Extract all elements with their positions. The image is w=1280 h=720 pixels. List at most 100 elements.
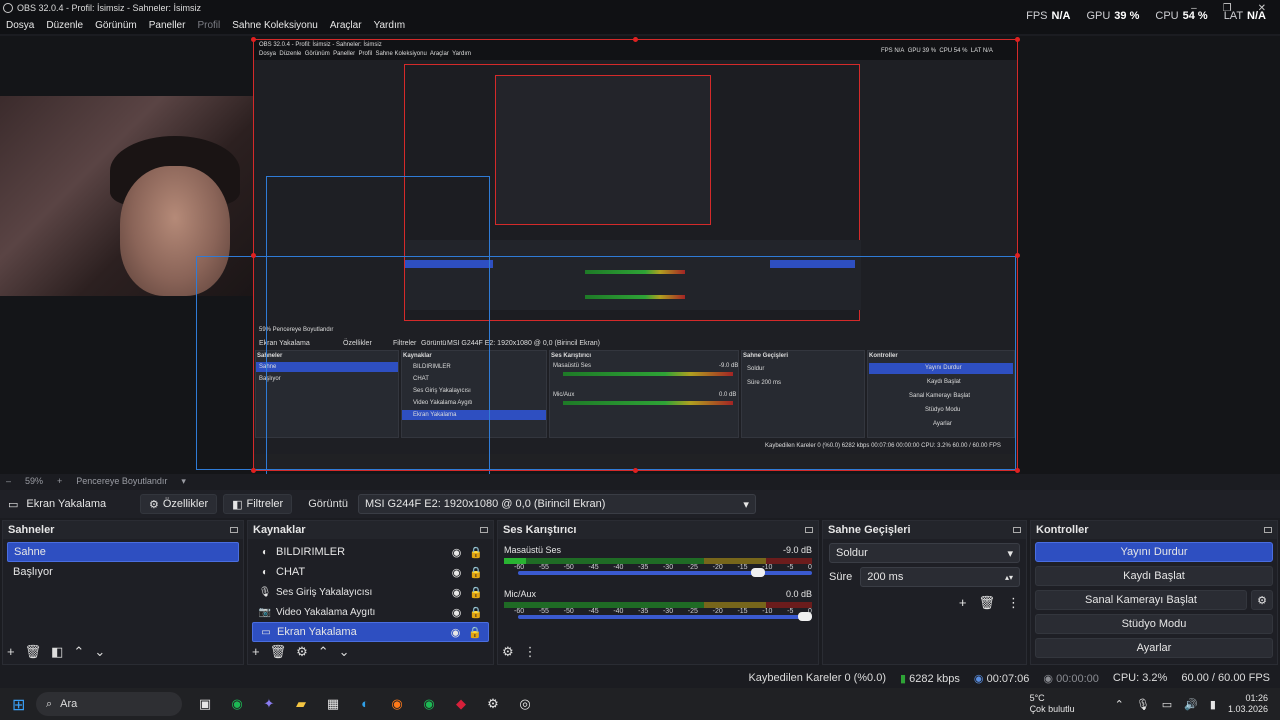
menu-paneller[interactable]: Paneller (143, 20, 192, 31)
move-down-icon[interactable]: ⌄ (94, 644, 105, 660)
selected-source-outline[interactable] (251, 37, 1020, 473)
start-recording-button[interactable]: Kaydı Başlat (1035, 566, 1273, 586)
preview-canvas[interactable]: OBS 32.0.4 - Profil: İsimsiz - Sahneler:… (0, 36, 1280, 474)
fit-to-window-button[interactable]: Pencereye Boyutlandır (76, 476, 167, 486)
zoom-in-button[interactable]: + (57, 476, 62, 486)
eye-icon[interactable]: ◉ (452, 586, 462, 599)
windows-start-icon[interactable]: ⊞ (12, 695, 25, 715)
volume-icon[interactable]: 🔊 (1184, 698, 1198, 711)
browser-icon: ◐ (261, 546, 269, 558)
spotify-app-icon[interactable]: ◉ (420, 696, 438, 712)
transitions-title: Sahne Geçişleri (828, 524, 911, 536)
source-item[interactable]: ◐ CHAT ◉ 🔒 (252, 562, 489, 582)
meter-tick: -10 (762, 608, 773, 615)
eye-icon[interactable]: ◉ (452, 566, 462, 579)
undock-icon[interactable] (805, 527, 813, 533)
volume-knob[interactable] (750, 568, 765, 577)
clock[interactable]: 01:26 1.03.2026 (1228, 693, 1268, 715)
lock-icon[interactable]: 🔒 (469, 586, 483, 599)
move-up-icon[interactable]: ⌃ (73, 644, 84, 660)
zoom-bar: – 59% + Pencereye Boyutlandır ▾ (0, 474, 1280, 488)
scene-filters-icon[interactable]: ◧ (51, 644, 63, 660)
studio-mode-button[interactable]: Stüdyo Modu (1035, 614, 1273, 634)
trash-icon[interactable]: 🗑 (25, 644, 42, 660)
settings-button[interactable]: Ayarlar (1035, 638, 1273, 658)
spin-arrows-icon[interactable]: ▴▾ (1005, 573, 1013, 582)
taskbar-search[interactable]: ⌕ Ara (36, 692, 182, 716)
firefox-icon[interactable]: ◉ (388, 696, 406, 712)
gear-icon: ⚙ (149, 498, 159, 511)
selected-source: ▭ Ekran Yakalama (0, 498, 140, 511)
mic-icon[interactable]: 🎙 (1136, 698, 1150, 711)
undock-icon[interactable] (480, 527, 488, 533)
menu-araclar[interactable]: Araçlar (324, 20, 368, 31)
properties-button[interactable]: ⚙ Özellikler (140, 494, 218, 514)
chevron-down-icon: ▾ (1007, 547, 1013, 560)
controls-title: Kontroller (1036, 524, 1089, 536)
add-transition-button[interactable]: + (959, 595, 967, 611)
gear-icon[interactable]: ⚙ (1251, 590, 1273, 610)
battery-icon[interactable]: ▮ (1210, 698, 1216, 711)
app-icon[interactable]: ◆ (452, 696, 470, 712)
transition-type-select[interactable]: Soldur ▾ (829, 543, 1020, 563)
add-scene-button[interactable]: + (7, 644, 15, 660)
start-virtual-camera-button[interactable]: Sanal Kamerayı Başlat (1035, 590, 1247, 610)
volume-knob[interactable] (798, 612, 812, 621)
display-select[interactable]: MSI G244F E2: 1920x1080 @ 0,0 (Birincil … (357, 494, 756, 514)
mixer-settings-icon[interactable]: ⚙ (502, 644, 514, 660)
menu-dosya[interactable]: Dosya (0, 20, 40, 31)
undock-icon[interactable] (1264, 527, 1272, 533)
fps-readout: 60.00 / 60.00 FPS (1181, 672, 1270, 684)
trash-icon[interactable]: 🗑 (978, 595, 995, 611)
more-options-icon[interactable]: ⋮ (1007, 595, 1020, 611)
menu-yardim[interactable]: Yardım (368, 20, 412, 31)
menu-sahne-koleksiyonu[interactable]: Sahne Koleksiyonu (226, 20, 324, 31)
lock-icon[interactable]: 🔒 (469, 606, 483, 619)
chevron-down-icon[interactable]: ▾ (181, 476, 186, 487)
spotify-icon[interactable]: ◉ (228, 696, 246, 712)
source-item[interactable]: 🎙 Ses Giriş Yakalayıcısı ◉ 🔒 (252, 582, 489, 602)
filters-button[interactable]: ◧ Filtreler (223, 494, 293, 514)
obs-taskbar-icon[interactable]: ◎ (516, 696, 534, 712)
meter-tick: -60 (514, 564, 525, 571)
stop-streaming-button[interactable]: Yayını Durdur (1035, 542, 1273, 562)
volume-slider[interactable] (518, 612, 812, 621)
scene-item[interactable]: Başlıyor (7, 562, 239, 582)
lock-icon[interactable]: 🔒 (469, 546, 483, 559)
gear-icon[interactable]: ⚙ (296, 644, 308, 660)
file-explorer-icon[interactable]: ▰ (292, 696, 310, 712)
eye-icon[interactable]: ◉ (452, 546, 462, 559)
move-down-icon[interactable]: ⌄ (339, 644, 350, 660)
trash-icon[interactable]: 🗑 (270, 644, 287, 660)
duration-input[interactable]: 200 ms ▴▾ (860, 567, 1020, 587)
eye-icon[interactable]: ◉ (451, 626, 461, 639)
zoom-out-button[interactable]: – (6, 476, 11, 486)
scene-item[interactable]: Sahne (7, 542, 239, 562)
source-item[interactable]: 📷 Video Yakalama Aygıtı ◉ 🔒 (252, 602, 489, 622)
store-icon[interactable]: ▦ (324, 696, 342, 712)
selected-source-name: Ekran Yakalama (26, 498, 107, 510)
lock-icon[interactable]: 🔒 (469, 566, 483, 579)
menu-gorunum[interactable]: Görünüm (89, 20, 143, 31)
weather-widget[interactable]: 5°C Çok bulutlu (1030, 693, 1075, 715)
volume-slider[interactable] (518, 568, 812, 577)
status-bar: Kaybedilen Kareler 0 (%0.0) ▮ 6282 kbps … (0, 668, 1280, 688)
network-icon[interactable]: ▭ (1162, 698, 1172, 711)
source-item[interactable]: ◐ BILDIRIMLER ◉ 🔒 (252, 542, 489, 562)
copilot-icon[interactable]: ✦ (260, 696, 278, 712)
edge-icon[interactable]: ◐ (356, 696, 374, 712)
move-up-icon[interactable]: ⌃ (318, 644, 329, 660)
source-item[interactable]: ▭ Ekran Yakalama ◉ 🔒 (252, 622, 489, 642)
more-options-icon[interactable]: ⋮ (524, 644, 537, 660)
settings-gear-icon[interactable]: ⚙ (484, 696, 502, 712)
chevron-up-icon[interactable]: ⌃ (1115, 698, 1124, 711)
task-view-icon[interactable]: ▣ (196, 696, 214, 712)
undock-icon[interactable] (1013, 527, 1021, 533)
undock-icon[interactable] (230, 527, 238, 533)
bitrate: 6282 kbps (909, 672, 960, 685)
lock-icon[interactable]: 🔒 (468, 626, 482, 639)
menu-duzenle[interactable]: Düzenle (40, 20, 89, 31)
meter-tick: -45 (588, 608, 599, 615)
add-source-button[interactable]: + (252, 644, 260, 660)
eye-icon[interactable]: ◉ (452, 606, 462, 619)
